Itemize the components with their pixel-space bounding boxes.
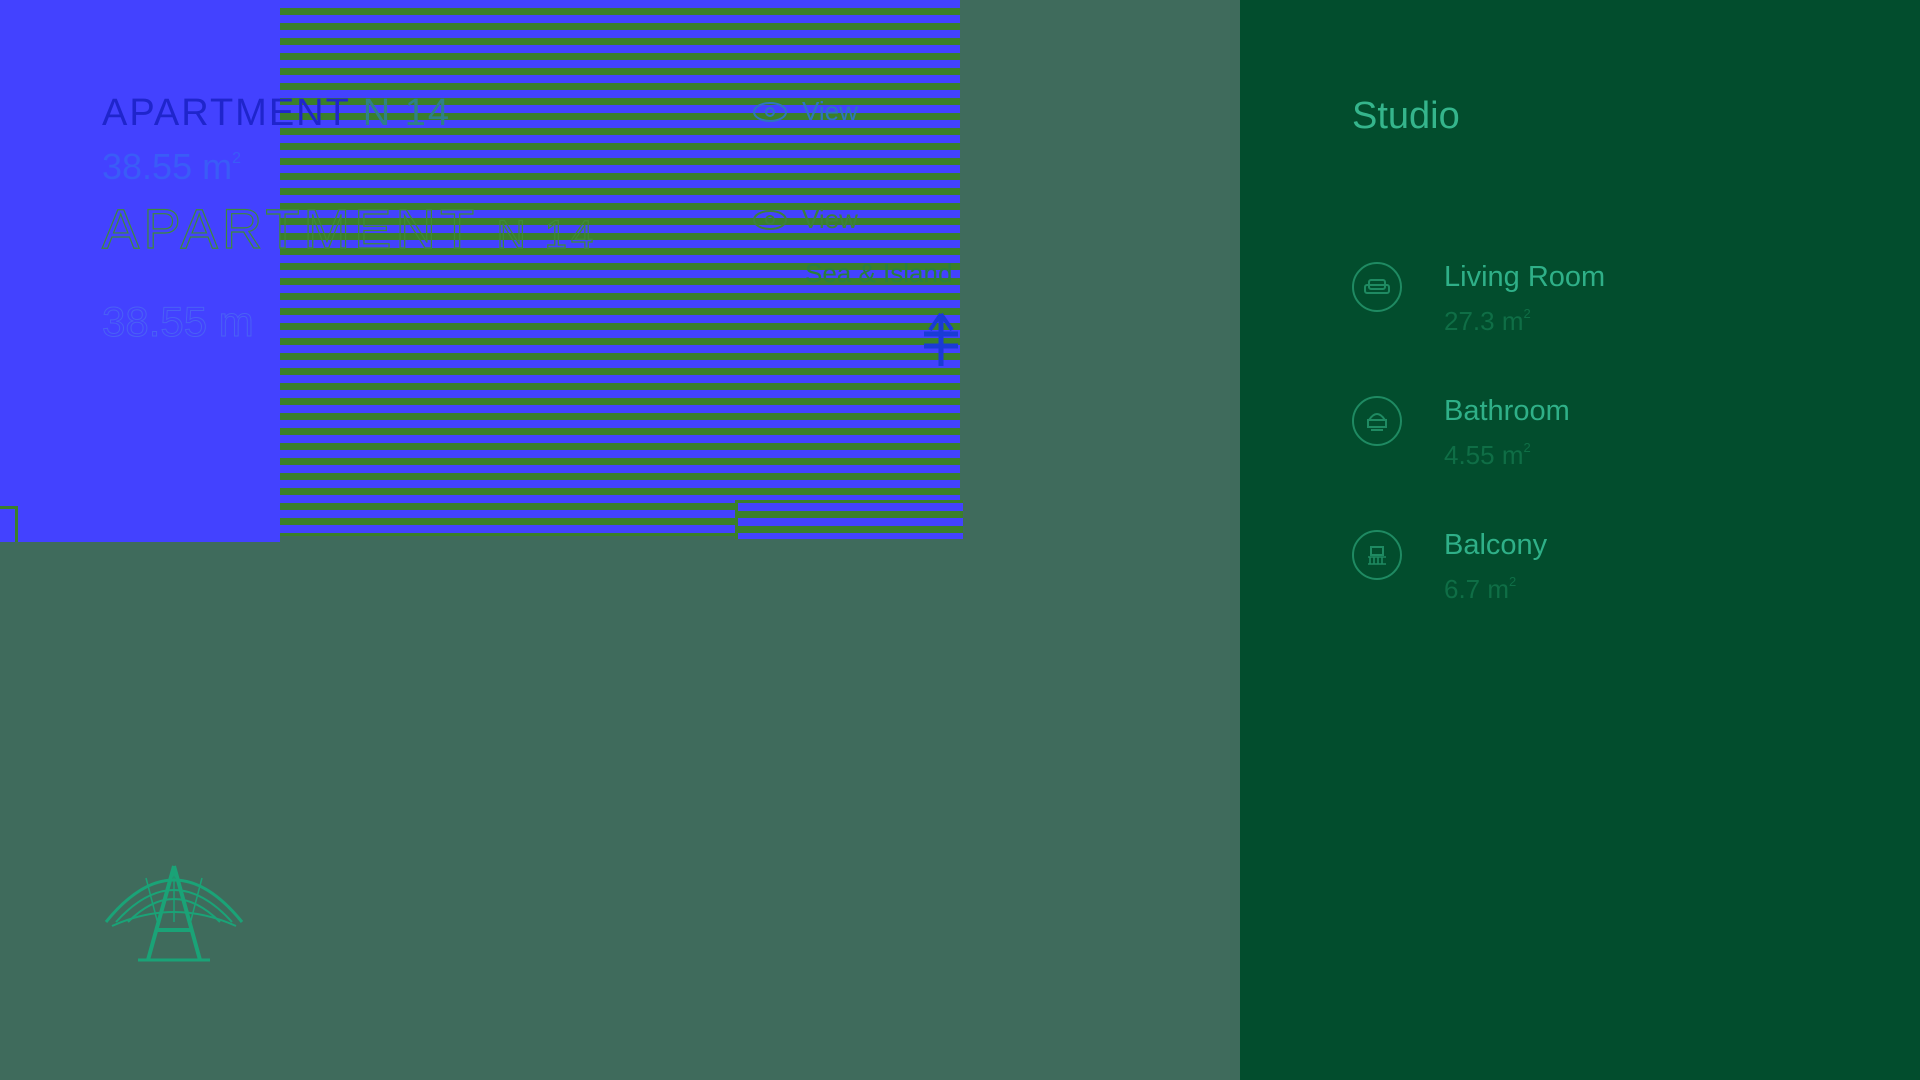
- apartment-area-ghost-value: 38.55 m: [102, 298, 255, 346]
- view-value: Sea & Island: [805, 258, 953, 288]
- room-area: 6.7 m2: [1444, 562, 1547, 609]
- balcony-icon: [1352, 530, 1402, 580]
- room-summary-panel: Studio Living Room 27.3 m2 Bathroom 4.55…: [1240, 0, 1920, 1080]
- room-name: Balcony: [1444, 529, 1548, 561]
- room-item-living-room[interactable]: Living Room 27.3 m2: [1352, 260, 1605, 341]
- apartment-number: N 14: [362, 92, 451, 134]
- panel-title: Studio: [1352, 95, 1460, 137]
- room-area-value: 4.55 m: [1444, 440, 1524, 470]
- sofa-icon: [1352, 262, 1402, 312]
- apartment-title-ghost: APARTMENT N 14: [101, 196, 598, 261]
- view-indicator: View: [752, 96, 858, 127]
- floor-plan-drawing-tail: [735, 500, 963, 539]
- room-name: Bathroom: [1444, 395, 1570, 427]
- bathtub-icon: [1352, 396, 1402, 446]
- apartment-area-ghost: 38.55 m: [102, 298, 255, 346]
- apartment-area: 38.55 m2: [102, 146, 241, 188]
- brand-logo: [104, 865, 244, 962]
- apartment-title-ghost-word: APARTMENT: [101, 196, 478, 260]
- apartment-title-word: APARTMENT: [102, 92, 351, 134]
- room-area: 27.3 m2: [1444, 294, 1605, 341]
- room-item-bathroom[interactable]: Bathroom 4.55 m2: [1352, 394, 1570, 475]
- apartment-area-unit: 2: [232, 150, 241, 167]
- eye-icon: [753, 101, 787, 122]
- view-label: View: [802, 96, 858, 126]
- apartment-area-value: 38.55 m: [102, 146, 233, 187]
- room-area-unit: 2: [1509, 574, 1517, 589]
- compass-icon: [924, 312, 958, 366]
- room-area-value: 27.3 m: [1444, 306, 1524, 336]
- view-label-ghost: View: [802, 204, 858, 234]
- room-name: Living Room: [1444, 261, 1606, 293]
- view-indicator-ghost: View: [752, 204, 858, 235]
- eye-icon: [753, 209, 787, 230]
- apartment-number-ghost: N 14: [496, 212, 598, 257]
- floor-plan-wall-mark: [0, 506, 18, 542]
- apartment-title: APARTMENT N 14: [102, 92, 451, 135]
- floor-plan-block: [0, 0, 280, 542]
- room-area-unit: 2: [1523, 440, 1531, 455]
- room-area-unit: 2: [1523, 306, 1531, 321]
- room-area: 4.55 m2: [1444, 428, 1570, 475]
- room-item-balcony[interactable]: Balcony 6.7 m2: [1352, 528, 1547, 609]
- room-area-value: 6.7 m: [1444, 574, 1510, 604]
- app-screen: APARTMENT N 14 38.55 m2 APARTMENT N 14 3…: [0, 0, 1920, 1080]
